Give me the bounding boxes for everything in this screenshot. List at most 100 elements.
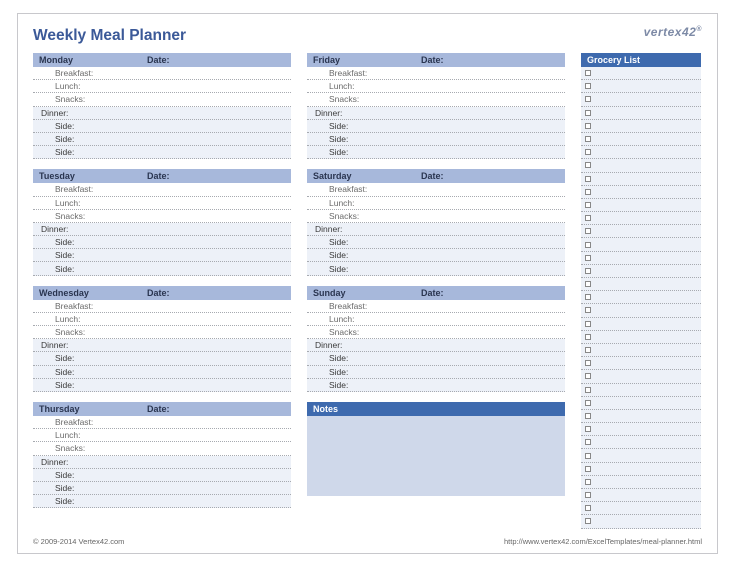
side-row[interactable]: Side: [307, 379, 565, 392]
snacks-row[interactable]: Snacks: [33, 93, 291, 106]
grocery-row[interactable] [581, 199, 701, 212]
notes-body[interactable] [307, 416, 565, 496]
checkbox-icon[interactable] [585, 505, 591, 511]
side-row[interactable]: Side: [33, 379, 291, 392]
side-row[interactable]: Side: [33, 482, 291, 495]
grocery-row[interactable] [581, 449, 701, 462]
breakfast-row[interactable]: Breakfast: [307, 300, 565, 313]
checkbox-icon[interactable] [585, 281, 591, 287]
grocery-row[interactable] [581, 370, 701, 383]
grocery-row[interactable] [581, 238, 701, 251]
checkbox-icon[interactable] [585, 215, 591, 221]
snacks-row[interactable]: Snacks: [307, 210, 565, 223]
grocery-row[interactable] [581, 344, 701, 357]
grocery-row[interactable] [581, 502, 701, 515]
breakfast-row[interactable]: Breakfast: [33, 416, 291, 429]
grocery-row[interactable] [581, 278, 701, 291]
dinner-row[interactable]: Dinner: [33, 107, 291, 120]
lunch-row[interactable]: Lunch: [307, 197, 565, 210]
dinner-row[interactable]: Dinner: [33, 339, 291, 352]
side-row[interactable]: Side: [33, 120, 291, 133]
checkbox-icon[interactable] [585, 83, 591, 89]
side-row[interactable]: Side: [307, 146, 565, 159]
grocery-row[interactable] [581, 159, 701, 172]
snacks-row[interactable]: Snacks: [33, 210, 291, 223]
checkbox-icon[interactable] [585, 228, 591, 234]
grocery-row[interactable] [581, 225, 701, 238]
checkbox-icon[interactable] [585, 189, 591, 195]
side-row[interactable]: Side: [33, 495, 291, 508]
checkbox-icon[interactable] [585, 202, 591, 208]
checkbox-icon[interactable] [585, 347, 591, 353]
side-row[interactable]: Side: [33, 262, 291, 275]
side-row[interactable]: Side: [33, 469, 291, 482]
checkbox-icon[interactable] [585, 136, 591, 142]
checkbox-icon[interactable] [585, 294, 591, 300]
breakfast-row[interactable]: Breakfast: [307, 67, 565, 80]
side-row[interactable]: Side: [33, 133, 291, 146]
side-row[interactable]: Side: [33, 146, 291, 159]
checkbox-icon[interactable] [585, 453, 591, 459]
checkbox-icon[interactable] [585, 439, 591, 445]
checkbox-icon[interactable] [585, 373, 591, 379]
checkbox-icon[interactable] [585, 466, 591, 472]
side-row[interactable]: Side: [307, 236, 565, 249]
grocery-row[interactable] [581, 318, 701, 331]
grocery-row[interactable] [581, 146, 701, 159]
breakfast-row[interactable]: Breakfast: [33, 67, 291, 80]
grocery-row[interactable] [581, 265, 701, 278]
lunch-row[interactable]: Lunch: [307, 80, 565, 93]
side-row[interactable]: Side: [307, 366, 565, 379]
dinner-row[interactable]: Dinner: [307, 223, 565, 236]
grocery-row[interactable] [581, 173, 701, 186]
lunch-row[interactable]: Lunch: [33, 313, 291, 326]
grocery-row[interactable] [581, 304, 701, 317]
checkbox-icon[interactable] [585, 242, 591, 248]
dinner-row[interactable]: Dinner: [307, 339, 565, 352]
side-row[interactable]: Side: [307, 249, 565, 262]
grocery-row[interactable] [581, 67, 701, 80]
checkbox-icon[interactable] [585, 360, 591, 366]
checkbox-icon[interactable] [585, 123, 591, 129]
lunch-row[interactable]: Lunch: [33, 80, 291, 93]
grocery-row[interactable] [581, 133, 701, 146]
grocery-row[interactable] [581, 357, 701, 370]
grocery-row[interactable] [581, 93, 701, 106]
grocery-row[interactable] [581, 515, 701, 528]
snacks-row[interactable]: Snacks: [33, 442, 291, 455]
checkbox-icon[interactable] [585, 426, 591, 432]
grocery-row[interactable] [581, 463, 701, 476]
breakfast-row[interactable]: Breakfast: [307, 183, 565, 196]
side-row[interactable]: Side: [33, 249, 291, 262]
checkbox-icon[interactable] [585, 413, 591, 419]
lunch-row[interactable]: Lunch: [33, 429, 291, 442]
side-row[interactable]: Side: [33, 366, 291, 379]
dinner-row[interactable]: Dinner: [307, 107, 565, 120]
checkbox-icon[interactable] [585, 110, 591, 116]
checkbox-icon[interactable] [585, 268, 591, 274]
side-row[interactable]: Side: [307, 262, 565, 275]
grocery-row[interactable] [581, 212, 701, 225]
grocery-row[interactable] [581, 436, 701, 449]
breakfast-row[interactable]: Breakfast: [33, 183, 291, 196]
dinner-row[interactable]: Dinner: [33, 223, 291, 236]
snacks-row[interactable]: Snacks: [33, 326, 291, 339]
dinner-row[interactable]: Dinner: [33, 456, 291, 469]
checkbox-icon[interactable] [585, 96, 591, 102]
side-row[interactable]: Side: [33, 236, 291, 249]
grocery-row[interactable] [581, 489, 701, 502]
side-row[interactable]: Side: [307, 120, 565, 133]
checkbox-icon[interactable] [585, 479, 591, 485]
grocery-row[interactable] [581, 80, 701, 93]
checkbox-icon[interactable] [585, 492, 591, 498]
breakfast-row[interactable]: Breakfast: [33, 300, 291, 313]
checkbox-icon[interactable] [585, 176, 591, 182]
snacks-row[interactable]: Snacks: [307, 326, 565, 339]
lunch-row[interactable]: Lunch: [307, 313, 565, 326]
side-row[interactable]: Side: [307, 133, 565, 146]
checkbox-icon[interactable] [585, 387, 591, 393]
grocery-row[interactable] [581, 107, 701, 120]
grocery-row[interactable] [581, 410, 701, 423]
grocery-row[interactable] [581, 423, 701, 436]
checkbox-icon[interactable] [585, 162, 591, 168]
